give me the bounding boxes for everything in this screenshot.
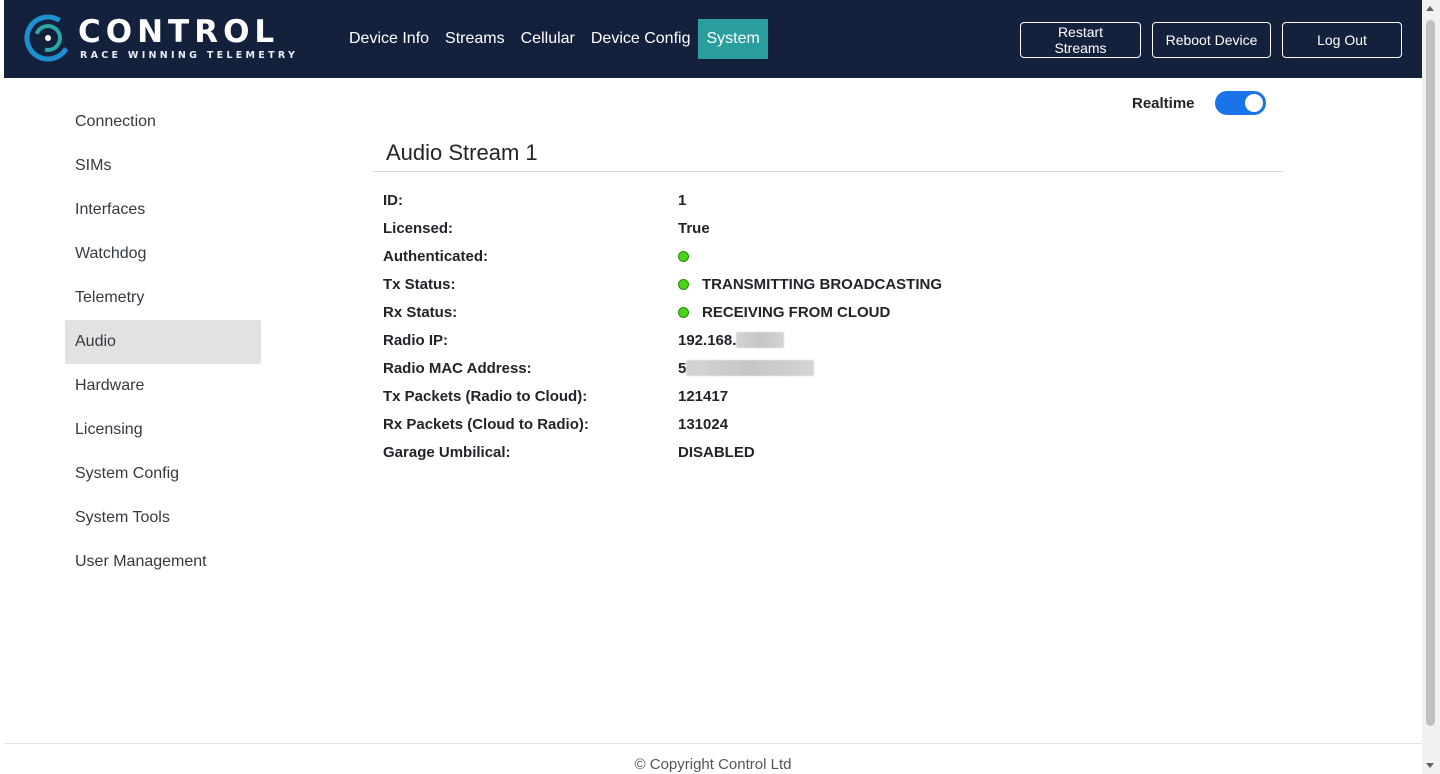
nav-cellular[interactable]: Cellular (513, 19, 583, 59)
scroll-up-icon[interactable] (1426, 6, 1434, 11)
detail-value (678, 250, 702, 262)
page-scrollbar[interactable] (1422, 0, 1440, 774)
detail-value: 1 (678, 191, 687, 209)
detail-row-garage-umbilical: Garage Umbilical: DISABLED (373, 438, 1283, 466)
detail-row-rx-packets: Rx Packets (Cloud to Radio): 131024 (373, 410, 1283, 438)
detail-label: Garage Umbilical: (383, 443, 511, 461)
detail-row-authenticated: Authenticated: (373, 242, 1283, 270)
detail-label: Radio MAC Address: (383, 359, 532, 377)
detail-value: True (678, 219, 710, 237)
sidebar-item-telemetry[interactable]: Telemetry (65, 276, 261, 320)
realtime-label: Realtime (1132, 94, 1195, 112)
tx-status-text: TRANSMITTING BROADCASTING (702, 275, 942, 293)
sidebar-item-user-management[interactable]: User Management (65, 540, 261, 584)
reboot-device-button[interactable]: Reboot Device (1152, 22, 1271, 58)
sidebar-item-system-tools[interactable]: System Tools (65, 496, 261, 540)
detail-row-radio-ip: Radio IP: 192.168. (373, 326, 1283, 354)
system-sidebar: Connection SIMs Interfaces Watchdog Tele… (65, 100, 261, 584)
detail-value: 131024 (678, 415, 729, 433)
rx-status-text: RECEIVING FROM CLOUD (702, 303, 891, 321)
redacted-block (686, 360, 815, 376)
detail-row-id: ID: 1 (373, 186, 1283, 214)
brand[interactable]: CONTROL RACE WINNING TELEMETRY (24, 12, 295, 67)
nav-device-config[interactable]: Device Config (583, 19, 699, 59)
scroll-down-icon[interactable] (1426, 763, 1434, 768)
restart-streams-button[interactable]: Restart Streams (1020, 22, 1141, 58)
nav-streams[interactable]: Streams (437, 19, 513, 59)
control-logo-icon (24, 14, 72, 62)
sidebar-item-licensing[interactable]: Licensing (65, 408, 261, 452)
detail-label: Radio IP: (383, 331, 449, 349)
brand-name: CONTROL (78, 14, 280, 50)
nav-actions: Restart Streams Reboot Device Log Out (1020, 22, 1402, 58)
sidebar-item-system-config[interactable]: System Config (65, 452, 261, 496)
nav-system[interactable]: System (698, 19, 768, 59)
footer: © Copyright Control Ltd (4, 743, 1422, 774)
detail-label: Authenticated: (383, 247, 488, 265)
status-green-icon (678, 250, 689, 262)
toggle-knob (1244, 94, 1263, 112)
detail-label: Tx Status: (383, 275, 456, 293)
detail-row-tx-status: Tx Status: TRANSMITTING BROADCASTING (373, 270, 1283, 298)
stream-details: ID: 1 Licensed: True Authenticated: Tx S… (373, 186, 1283, 466)
status-green-icon (678, 278, 689, 290)
detail-value: TRANSMITTING BROADCASTING (678, 276, 942, 293)
scroll-thumb[interactable] (1426, 20, 1435, 726)
sidebar-item-connection[interactable]: Connection (65, 100, 261, 144)
radio-ip-text: 192.168. (678, 331, 737, 349)
radio-mac-text: 5 (678, 359, 687, 377)
realtime-toggle[interactable] (1214, 91, 1266, 115)
detail-row-tx-packets: Tx Packets (Radio to Cloud): 121417 (373, 382, 1283, 410)
redacted-block (736, 332, 785, 348)
sidebar-item-hardware[interactable]: Hardware (65, 364, 261, 408)
detail-value: 192.168. (678, 331, 785, 349)
sidebar-item-interfaces[interactable]: Interfaces (65, 188, 261, 232)
detail-label: Rx Packets (Cloud to Radio): (383, 415, 589, 433)
audio-stream-panel: Audio Stream 1 ID: 1 Licensed: True Auth… (373, 140, 1283, 466)
sidebar-item-watchdog[interactable]: Watchdog (65, 232, 261, 276)
copyright-text: © Copyright Control Ltd (634, 756, 792, 773)
log-out-button[interactable]: Log Out (1282, 22, 1402, 58)
detail-value: DISABLED (678, 443, 755, 461)
realtime-control: Realtime (1132, 91, 1266, 115)
status-green-icon (678, 306, 689, 318)
detail-row-radio-mac: Radio MAC Address: 5 (373, 354, 1283, 382)
detail-value: 121417 (678, 387, 729, 405)
sidebar-item-audio[interactable]: Audio (65, 320, 261, 364)
brand-tagline: RACE WINNING TELEMETRY (80, 50, 299, 61)
detail-value: RECEIVING FROM CLOUD (678, 304, 890, 321)
app-frame: CONTROL RACE WINNING TELEMETRY Device In… (4, 0, 1422, 774)
sidebar-item-sims[interactable]: SIMs (65, 144, 261, 188)
panel-title: Audio Stream 1 (373, 140, 1283, 172)
detail-row-rx-status: Rx Status: RECEIVING FROM CLOUD (373, 298, 1283, 326)
detail-value: 5 (678, 359, 815, 377)
nav-device-info[interactable]: Device Info (341, 19, 437, 59)
detail-label: Licensed: (383, 219, 454, 237)
main-nav: Device Info Streams Cellular Device Conf… (341, 19, 768, 59)
detail-label: Tx Packets (Radio to Cloud): (383, 387, 588, 405)
detail-label: Rx Status: (383, 303, 458, 321)
detail-row-licensed: Licensed: True (373, 214, 1283, 242)
top-navbar: CONTROL RACE WINNING TELEMETRY Device In… (4, 0, 1422, 78)
detail-label: ID: (383, 191, 403, 209)
